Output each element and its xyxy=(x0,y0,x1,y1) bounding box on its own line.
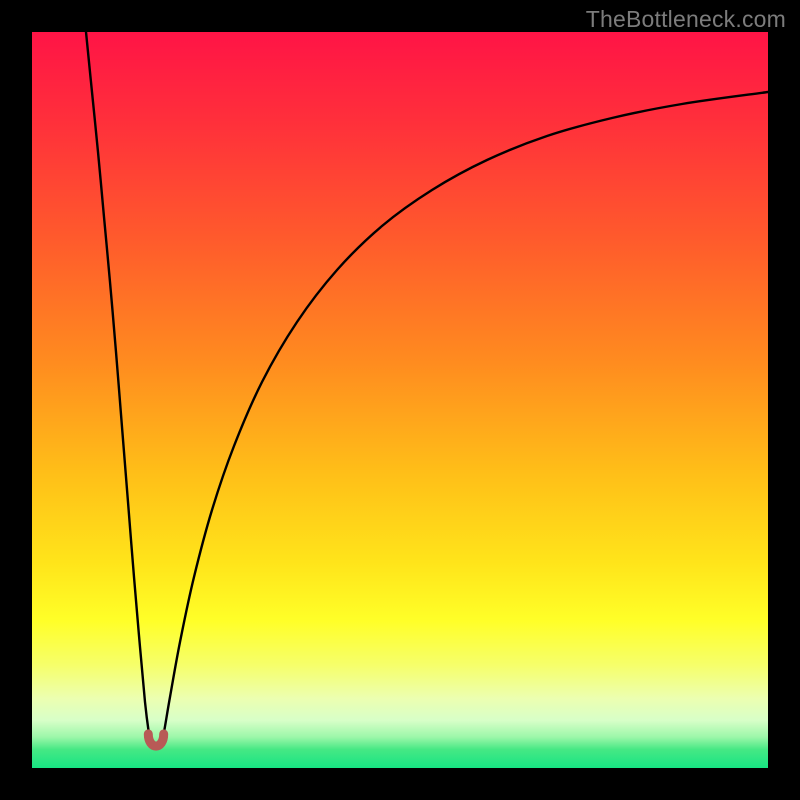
left-branch-curve xyxy=(86,32,151,744)
plot-area xyxy=(32,32,768,768)
right-branch-curve xyxy=(161,92,768,744)
chart-frame: TheBottleneck.com xyxy=(0,0,800,800)
watermark-text: TheBottleneck.com xyxy=(586,6,786,33)
min-marker xyxy=(148,734,163,746)
curve-layer xyxy=(32,32,768,768)
